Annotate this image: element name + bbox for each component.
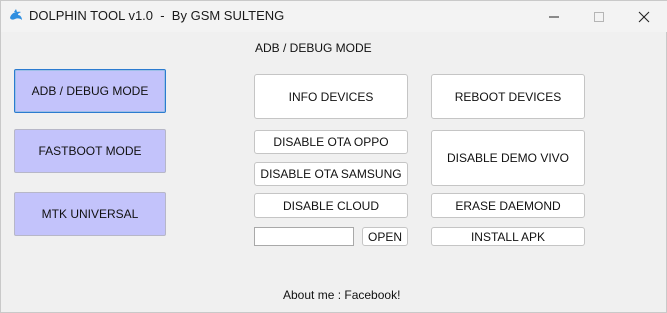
maximize-icon (593, 11, 605, 23)
erase-daemond-button[interactable]: ERASE DAEMOND (431, 193, 585, 218)
apk-path-input[interactable] (254, 227, 354, 246)
sidebar-item-fastboot-mode[interactable]: FASTBOOT MODE (14, 129, 166, 173)
sidebar-item-adb-debug-mode[interactable]: ADB / DEBUG MODE (14, 69, 166, 113)
reboot-devices-button[interactable]: REBOOT DEVICES (431, 74, 585, 119)
info-devices-button[interactable]: INFO DEVICES (254, 74, 408, 119)
minimize-icon (548, 11, 560, 23)
title-bar[interactable]: DOLPHIN TOOL v1.0 - By GSM SULTENG (1, 1, 667, 32)
sidebar-item-mtk-universal[interactable]: MTK UNIVERSAL (14, 192, 166, 236)
install-apk-button[interactable]: INSTALL APK (431, 227, 585, 246)
maximize-button[interactable] (576, 1, 622, 32)
disable-cloud-button[interactable]: DISABLE CLOUD (254, 193, 408, 218)
open-button[interactable]: OPEN (362, 227, 408, 246)
close-button[interactable] (621, 1, 667, 32)
app-window: DOLPHIN TOOL v1.0 - By GSM SULTENG ADB /… (0, 0, 667, 313)
minimize-button[interactable] (531, 1, 577, 32)
close-icon (638, 11, 650, 23)
disable-demo-vivo-button[interactable]: DISABLE DEMO VIVO (431, 130, 585, 186)
section-title: ADB / DEBUG MODE (255, 41, 372, 55)
dolphin-icon (8, 8, 24, 24)
about-link[interactable]: About me : Facebook! (283, 288, 400, 302)
disable-ota-samsung-button[interactable]: DISABLE OTA SAMSUNG (254, 162, 408, 186)
window-title: DOLPHIN TOOL v1.0 - By GSM SULTENG (29, 8, 285, 23)
disable-ota-oppo-button[interactable]: DISABLE OTA OPPO (254, 130, 408, 154)
